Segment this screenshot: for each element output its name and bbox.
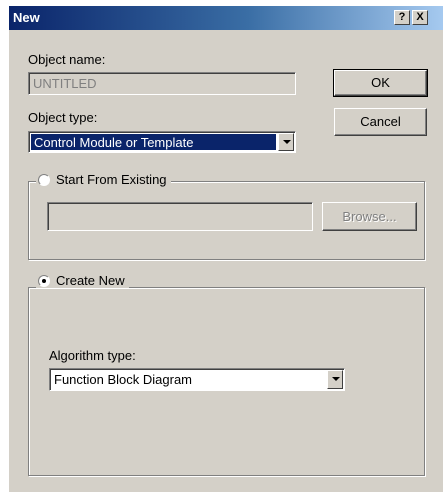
chevron-down-icon <box>283 140 291 144</box>
browse-button-label: Browse... <box>342 209 397 224</box>
algorithm-type-dropdown-button[interactable] <box>327 370 343 389</box>
object-name-input[interactable]: UNTITLED <box>28 72 296 95</box>
existing-path-input[interactable] <box>47 202 313 231</box>
algorithm-type-label: Algorithm type: <box>49 348 136 363</box>
title-bar[interactable]: New ? X <box>9 6 443 30</box>
radio-selected-dot <box>42 278 46 283</box>
close-button[interactable]: X <box>412 10 428 25</box>
dialog-title: New <box>13 10 40 25</box>
ok-button-label: OK <box>371 75 390 90</box>
algorithm-type-selected: Function Block Diagram <box>54 372 192 387</box>
object-type-dropdown-button[interactable] <box>278 133 294 151</box>
close-icon: X <box>416 11 424 23</box>
chevron-down-icon <box>332 377 340 381</box>
cancel-button-label: Cancel <box>360 114 401 129</box>
algorithm-type-select[interactable]: Function Block Diagram <box>49 368 345 391</box>
create-new-radio[interactable] <box>38 274 50 287</box>
ok-button[interactable]: OK <box>333 69 428 97</box>
object-name-value: UNTITLED <box>33 76 97 91</box>
create-new-label: Create New <box>56 273 125 288</box>
object-type-selected: Control Module or Template <box>34 135 194 150</box>
help-icon: ? <box>398 11 406 23</box>
create-new-option[interactable]: Create New <box>36 273 129 288</box>
start-from-existing-radio[interactable] <box>38 173 50 186</box>
object-type-label: Object type: <box>28 110 98 125</box>
object-name-label: Object name: <box>28 52 106 67</box>
start-from-existing-label: Start From Existing <box>56 172 167 187</box>
browse-button[interactable]: Browse... <box>322 202 417 231</box>
cancel-button[interactable]: Cancel <box>334 108 427 136</box>
start-from-existing-option[interactable]: Start From Existing <box>36 172 171 187</box>
new-dialog: New ? X Object name: UNTITLED Object typ… <box>8 6 443 492</box>
object-type-select[interactable]: Control Module or Template <box>28 131 296 153</box>
help-button[interactable]: ? <box>394 10 410 25</box>
